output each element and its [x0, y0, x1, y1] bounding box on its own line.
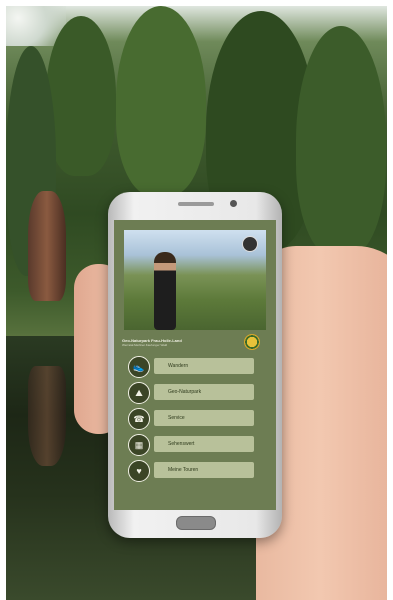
hiker-figure	[154, 252, 176, 330]
profile-icon[interactable]	[242, 236, 258, 252]
menu-item-label: Sehenswert	[154, 436, 254, 452]
home-button[interactable]	[176, 516, 216, 530]
menu-item-service[interactable]: ☎ Service	[128, 408, 260, 430]
menu-item-geo-naturpark[interactable]: ⛰ Geo-Naturpark	[128, 382, 260, 404]
phone-speaker	[178, 202, 214, 206]
app-screen: Geo-Naturpark Frau-Holle-Land Werratal.M…	[114, 220, 276, 510]
menu-item-label: Meine Touren	[154, 462, 254, 478]
smartphone: Geo-Naturpark Frau-Holle-Land Werratal.M…	[108, 192, 282, 538]
menu-item-meine-touren[interactable]: ♥ Meine Touren	[128, 460, 260, 482]
main-menu: 👟 Wandern ⛰ Geo-Naturpark ☎ Service ▦ Se…	[128, 356, 260, 488]
hiking-boot-icon: 👟	[128, 356, 150, 378]
mountain-icon: ⛰	[128, 382, 150, 404]
heart-icon: ♥	[128, 460, 150, 482]
park-logo-icon	[244, 334, 260, 350]
conifer-tree	[46, 16, 116, 176]
menu-item-label: Geo-Naturpark	[154, 384, 254, 400]
hero-image	[124, 230, 266, 330]
phone-icon: ☎	[128, 408, 150, 430]
statue-reflection	[28, 366, 66, 466]
menu-item-label: Wandern	[154, 358, 254, 374]
background-photo: Geo-Naturpark Frau-Holle-Land Werratal.M…	[6, 6, 387, 600]
building-icon: ▦	[128, 434, 150, 456]
conifer-tree	[116, 6, 206, 196]
app-subtitle: Werratal.Meißner.Kaufunger Wald	[122, 343, 168, 347]
menu-item-wandern[interactable]: 👟 Wandern	[128, 356, 260, 378]
wooden-statue	[28, 191, 66, 301]
menu-item-sehenswert[interactable]: ▦ Sehenswert	[128, 434, 260, 456]
conifer-tree	[296, 26, 386, 256]
front-camera	[230, 200, 237, 207]
menu-item-label: Service	[154, 410, 254, 426]
